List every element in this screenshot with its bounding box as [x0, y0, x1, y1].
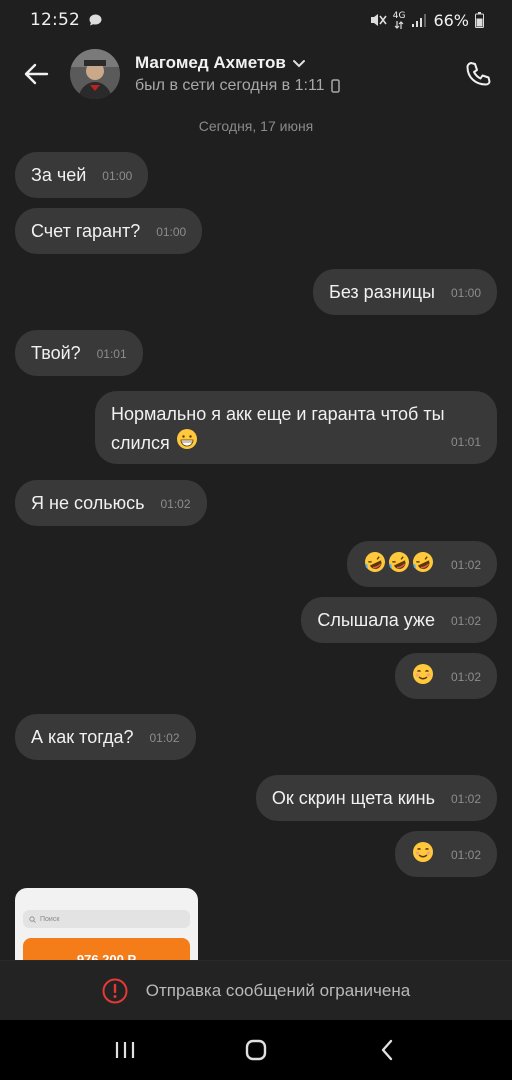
date-separator: Сегодня, 17 июня	[198, 118, 314, 134]
back-arrow-icon	[24, 63, 49, 85]
attachment-amount: 976 200 Р	[76, 952, 137, 960]
back-button[interactable]	[0, 40, 72, 108]
message-bubble-incoming[interactable]: А как тогда? 01:02	[15, 714, 196, 760]
mute-icon	[369, 12, 387, 28]
message-text: Счет гарант?	[31, 221, 141, 241]
message-time: 01:02	[450, 848, 481, 862]
screenshot-attachment[interactable]: Поиск 976 200 Р	[15, 888, 198, 960]
battery-percent: 66%	[433, 10, 469, 30]
message-bubble-outgoing[interactable]: Нормально я акк еще и гаранта чтоб ты сл…	[95, 391, 497, 464]
message-time: 01:02	[450, 670, 481, 684]
status-right: 4G 66%	[369, 11, 484, 30]
contact-info[interactable]: Магомед Ахметов был в сети сегодня в 1:1…	[135, 53, 340, 95]
message-time: 01:02	[450, 558, 481, 572]
message-bubble-incoming[interactable]: За чей 01:00	[15, 152, 149, 198]
attachment-search-placeholder: Поиск	[40, 915, 60, 923]
message-bubble-incoming[interactable]: Я не сольюсь 01:02	[15, 480, 207, 526]
system-nav-bar	[0, 1020, 512, 1080]
attachment-search-bar: Поиск	[23, 910, 190, 928]
message-time: 01:01	[450, 435, 481, 449]
message-text: слился	[111, 433, 170, 453]
recent-apps-button[interactable]	[95, 1025, 155, 1075]
message-time: 01:00	[156, 225, 187, 239]
restriction-text: Отправка сообщений ограничена	[145, 980, 411, 1000]
phone-icon	[466, 62, 491, 86]
message-text: За чей	[31, 165, 87, 185]
last-seen: был в сети сегодня в 1:11	[135, 77, 325, 94]
chevron-left-icon	[381, 1039, 392, 1061]
restriction-banner: Отправка сообщений ограничена	[0, 960, 512, 1020]
smiling-face-emoji-icon	[413, 842, 433, 862]
warning-icon	[102, 978, 128, 1003]
message-text: Твой?	[31, 343, 81, 363]
message-bubble-incoming[interactable]: Счет гарант? 01:00	[15, 208, 203, 254]
message-text: Слышала уже	[317, 610, 435, 630]
avatar[interactable]	[70, 49, 120, 99]
message-bubble-outgoing[interactable]: 01:02	[347, 541, 497, 587]
status-bar: 12:52 4G 66%	[0, 0, 512, 40]
rofl-emoji-icon	[389, 552, 409, 572]
message-bubble-outgoing[interactable]: Без разницы 01:00	[313, 269, 497, 315]
rofl-emoji-icon	[365, 552, 385, 572]
message-time: 01:02	[160, 497, 191, 511]
contact-status-row: был в сети сегодня в 1:11	[135, 77, 340, 95]
attachment-balance-card: 976 200 Р	[23, 938, 190, 960]
message-text-line: Нормально я акк еще и гаранта чтоб ты	[111, 404, 445, 424]
message-text-line-2: слился	[111, 428, 481, 458]
network-type-label: 4G	[392, 10, 406, 21]
signal-icon	[411, 13, 427, 28]
attachment-status-bar	[15, 888, 198, 900]
home-button[interactable]	[226, 1025, 286, 1075]
message-text: Я не сольюсь	[31, 493, 145, 513]
chat-header: Магомед Ахметов был в сети сегодня в 1:1…	[0, 40, 512, 108]
back-nav-button[interactable]	[357, 1025, 417, 1075]
chevron-down-icon	[292, 60, 305, 68]
message-list[interactable]: Сегодня, 17 июня За чей 01:00 Счет гаран…	[0, 108, 512, 960]
rofl-emoji-icon	[413, 552, 433, 572]
call-button[interactable]	[460, 56, 496, 92]
battery-icon	[475, 12, 484, 28]
message-text: А как тогда?	[31, 727, 134, 747]
contact-name-row: Магомед Ахметов	[135, 53, 340, 73]
search-icon	[29, 915, 36, 923]
message-bubble-outgoing[interactable]: Ок скрин щета кинь 01:02	[255, 775, 497, 821]
message-time: 01:02	[450, 792, 481, 806]
message-time: 01:00	[450, 286, 481, 300]
network-type-icon: 4G	[392, 10, 406, 29]
chat-notification-icon	[88, 13, 103, 28]
message-time: 01:01	[96, 347, 127, 361]
home-icon	[245, 1039, 267, 1061]
message-time: 01:02	[149, 731, 180, 745]
smiling-face-emoji-icon	[413, 664, 433, 684]
message-bubble-outgoing[interactable]: 01:02	[395, 831, 497, 877]
message-time: 01:02	[450, 614, 481, 628]
message-text: Ок скрин щета кинь	[271, 788, 435, 808]
message-bubble-outgoing[interactable]: Слышала уже 01:02	[301, 597, 497, 643]
contact-name: Магомед Ахметов	[135, 53, 286, 72]
message-bubble-incoming[interactable]: Твой? 01:01	[15, 330, 143, 376]
message-time: 01:00	[102, 169, 133, 183]
rofl-emoji-group	[363, 552, 435, 574]
status-time: 12:52	[30, 10, 80, 30]
mobile-device-icon	[330, 79, 340, 93]
grinning-face-emoji-icon	[176, 428, 198, 458]
message-text: Без разницы	[329, 282, 435, 302]
recent-apps-icon	[116, 1042, 135, 1058]
message-bubble-outgoing[interactable]: 01:02	[395, 653, 497, 699]
